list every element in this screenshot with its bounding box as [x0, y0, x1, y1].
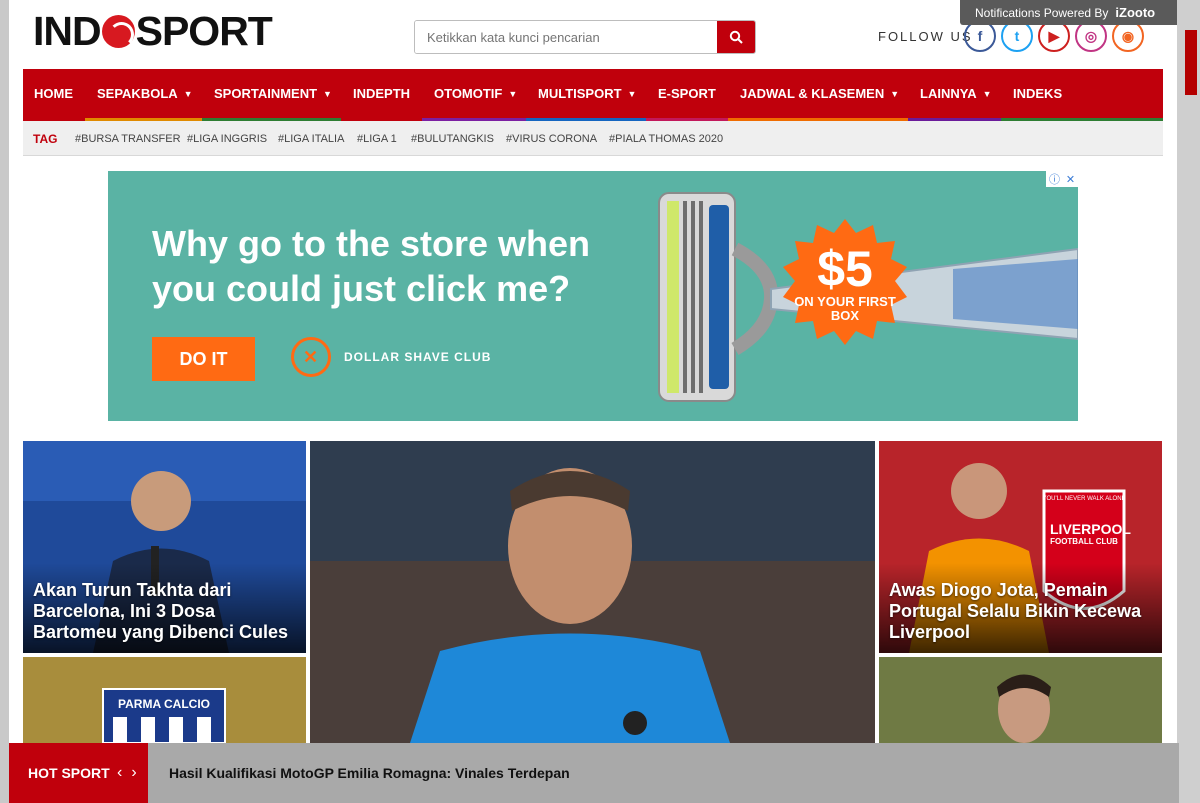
nav-item-otomotif[interactable]: OTOMOTIF ▼ — [434, 69, 517, 118]
caret-down-icon: ▼ — [183, 88, 193, 99]
nav-item-sportainment[interactable]: SPORTAINMENT ▼ — [214, 69, 332, 118]
nav-item-lainnya[interactable]: LAINNYA ▼ — [920, 69, 992, 118]
search-icon — [729, 30, 743, 44]
nav-item-label: SPORTAINMENT — [214, 86, 318, 101]
nav-item-label: INDEKS — [1013, 86, 1063, 101]
news-card-parma[interactable]: PARMA CALCIO — [23, 657, 306, 743]
nav-item-label: SEPAKBOLA — [97, 86, 178, 101]
nav-item-label: HOME — [34, 86, 73, 101]
nav-item-indepth[interactable]: INDEPTH — [353, 69, 410, 118]
tag-link[interactable]: #LIGA 1 — [357, 121, 397, 156]
nav-item-multisport[interactable]: MULTISPORT ▼ — [538, 69, 636, 118]
price-sub: ON YOUR FIRST BOX — [794, 294, 896, 323]
logo-text-left: IND — [33, 7, 102, 54]
caret-down-icon: ▼ — [627, 88, 637, 99]
news-image-tonali — [879, 657, 1162, 743]
left-background-strip — [0, 0, 9, 803]
ad-brand: ✕ DOLLAR SHAVE CLUB — [291, 337, 491, 377]
liverpool-crest-text: LIVERPOOL FOOTBALL CLUB — [1050, 521, 1131, 547]
advertisement-banner[interactable]: ⓘ ✕ Why go to the store when you could j… — [108, 171, 1078, 421]
search-input[interactable] — [415, 21, 718, 53]
nav-item-label: E-SPORT — [658, 86, 716, 101]
tag-label: TAG — [33, 131, 58, 146]
tag-link[interactable]: #PIALA THOMAS 2020 — [609, 121, 723, 156]
razor-logo-icon: ✕ — [291, 337, 331, 377]
notification-banner[interactable]: Notifications Powered By iZooto — [960, 0, 1177, 25]
card-title[interactable]: Akan Turun Takhta dari Barcelona, Ini 3 … — [33, 580, 296, 643]
liverpool-crest-name: LIVERPOOL — [1050, 521, 1131, 537]
search-button[interactable] — [717, 21, 755, 53]
nav-item-label: LAINNYA — [920, 86, 977, 101]
notification-brand: iZooto — [1115, 5, 1156, 20]
nav-item-label: MULTISPORT — [538, 86, 622, 101]
ad-cta-button[interactable]: DO IT — [152, 337, 255, 381]
card-title[interactable]: Awas Diogo Jota, Pemain Portugal Selalu … — [889, 580, 1152, 643]
ticker-prev-button[interactable]: ‹ — [117, 764, 122, 782]
nav-item-jadwal-klasemen[interactable]: JADWAL & KLASEMEN ▼ — [740, 69, 899, 118]
nav-item-sepakbola[interactable]: SEPAKBOLA ▼ — [97, 69, 193, 118]
parma-crest-text: PARMA CALCIO — [118, 697, 210, 711]
ticker-headline[interactable]: Hasil Kualifikasi MotoGP Emilia Romagna:… — [169, 743, 570, 803]
logo-text-right: SPORT — [135, 7, 273, 54]
ticker-next-button[interactable]: › — [131, 764, 136, 782]
nav-item-indeks[interactable]: INDEKS — [1013, 69, 1062, 118]
price-amount: $5 — [817, 241, 873, 297]
caret-down-icon: ▼ — [323, 88, 332, 99]
nav-item-e-sport[interactable]: E-SPORT — [658, 69, 716, 118]
nav-item-label: JADWAL & KLASEMEN — [740, 86, 885, 101]
news-card-featured[interactable] — [310, 441, 875, 743]
notification-text: Notifications Powered By — [975, 5, 1109, 20]
right-background-strip — [1177, 0, 1200, 803]
tag-link[interactable]: #VIRUS CORONA — [506, 121, 597, 156]
liverpool-crest-sub: FOOTBALL CLUB — [1050, 537, 1118, 546]
tag-link[interactable]: #BULUTANGKIS — [411, 121, 494, 156]
tag-link[interactable]: #LIGA ITALIA — [278, 121, 344, 156]
hot-sport-ticker: HOT SPORT ‹ › Hasil Kualifikasi MotoGP E… — [9, 743, 1179, 803]
follow-us-label: FOLLOW US — [878, 29, 973, 44]
caret-down-icon: ▼ — [982, 88, 992, 99]
news-card-bartomeu[interactable]: Akan Turun Takhta dari Barcelona, Ini 3 … — [23, 441, 306, 653]
caret-down-icon: ▼ — [508, 88, 518, 99]
news-image-featured — [310, 441, 875, 743]
logo-ball-icon — [101, 14, 135, 48]
right-ad-bar — [1185, 30, 1197, 95]
caret-down-icon: ▼ — [890, 88, 900, 99]
liverpool-ynwa-text: YOU'LL NEVER WALK ALONE — [1042, 496, 1126, 502]
site-logo[interactable]: IND SPORT — [33, 8, 273, 54]
ad-brand-name: DOLLAR SHAVE CLUB — [344, 350, 492, 364]
ad-choices[interactable]: ⓘ ✕ — [1046, 171, 1078, 187]
ad-close-icon[interactable]: ✕ — [1066, 173, 1075, 186]
news-card-tonali[interactable] — [879, 657, 1162, 743]
nav-item-label: OTOMOTIF — [434, 86, 503, 101]
site-header: IND SPORT FOLLOW US ft▶◎◉ Notifications … — [9, 0, 1177, 69]
nav-item-label: INDEPTH — [353, 86, 411, 101]
ticker-arrows: ‹ › — [117, 743, 137, 803]
search-box — [414, 20, 756, 54]
tag-bar: TAG #BURSA TRANSFER #LIGA INGGRIS #LIGA IT… — [23, 121, 1163, 156]
ad-info-icon[interactable]: ⓘ — [1049, 171, 1060, 187]
tag-link[interactable]: #BURSA TRANSFER — [75, 121, 181, 156]
nav-item-home[interactable]: HOME — [34, 69, 73, 118]
main-navigation: HOME SEPAKBOLA ▼ SPORTAINMENT ▼ INDEPTH OTOMOT… — [23, 69, 1163, 121]
news-card-jota[interactable]: LIVERPOOL FOOTBALL CLUB YOU'LL NEVER WAL… — [879, 441, 1162, 653]
page: IND SPORT FOLLOW US ft▶◎◉ Notifications … — [9, 0, 1179, 803]
tag-link[interactable]: #LIGA INGGRIS — [187, 121, 267, 156]
ad-headline: Why go to the store when you could just … — [152, 223, 590, 309]
price-badge: $5 ON YOUR FIRST BOX — [781, 219, 909, 347]
